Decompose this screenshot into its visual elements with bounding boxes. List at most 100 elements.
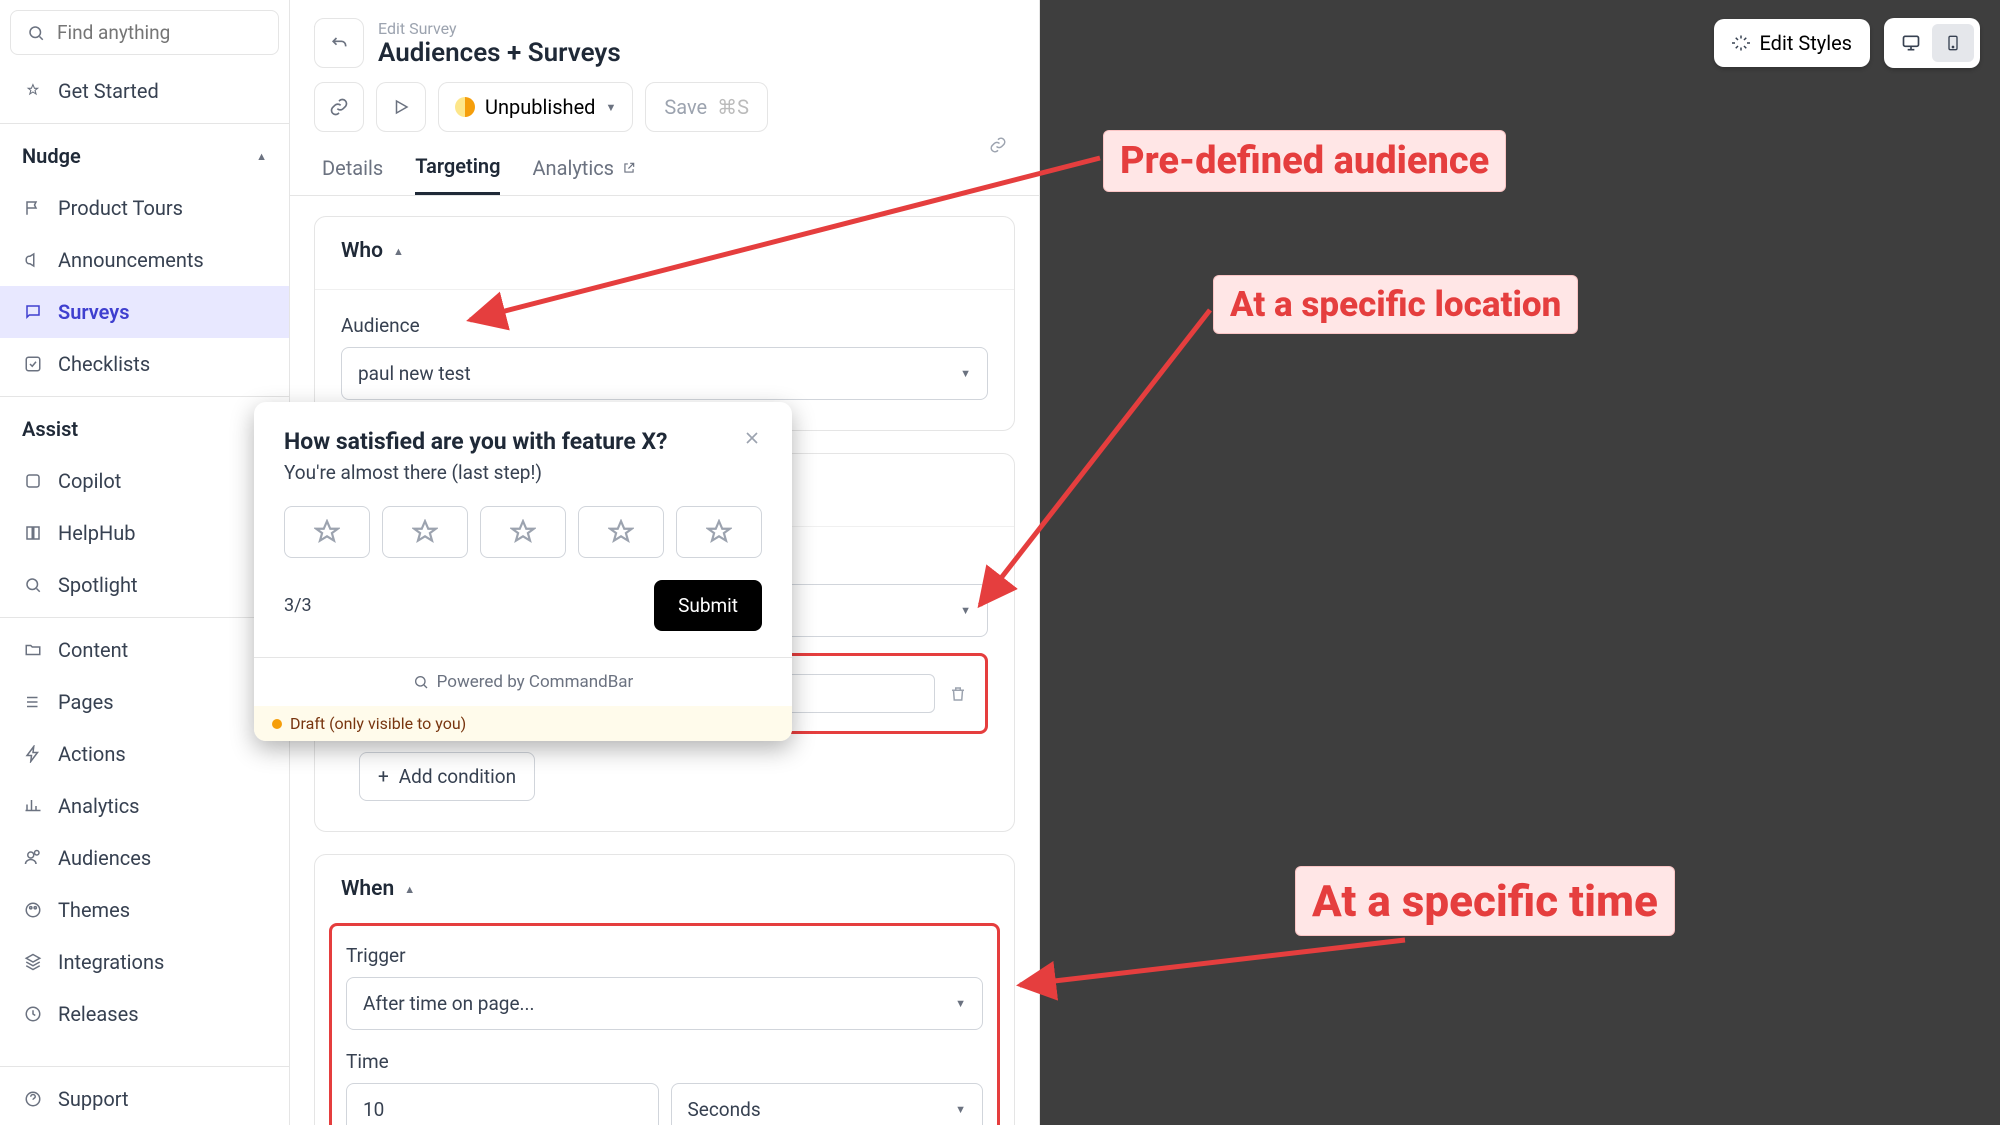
zap-icon xyxy=(22,743,44,765)
chat-icon xyxy=(22,301,44,323)
audience-select[interactable]: paul new test xyxy=(341,347,988,400)
sidebar-item-pages[interactable]: Pages xyxy=(0,676,289,728)
delete-condition-button[interactable] xyxy=(945,681,971,707)
search-box[interactable]: ⌘K xyxy=(10,10,279,55)
status-dot-icon xyxy=(455,97,475,117)
check-square-icon xyxy=(22,353,44,375)
sidebar-item-surveys[interactable]: Surveys xyxy=(0,286,289,338)
megaphone-icon xyxy=(22,249,44,271)
sidebar-item-label: Analytics xyxy=(58,794,140,818)
sidebar-item-integrations[interactable]: Integrations xyxy=(0,936,289,988)
sidebar-item-support[interactable]: Support xyxy=(0,1073,289,1125)
star-2[interactable] xyxy=(382,506,468,558)
status-select[interactable]: Unpublished xyxy=(438,82,633,132)
tab-details[interactable]: Details xyxy=(322,154,383,195)
trigger-label: Trigger xyxy=(346,944,983,967)
when-card: When Trigger After time on page... Time … xyxy=(314,854,1015,1125)
sidebar-item-label: Product Tours xyxy=(58,196,183,220)
tabs: Details Targeting Analytics xyxy=(290,132,1039,196)
sidebar-item-copilot[interactable]: Copilot xyxy=(0,455,289,507)
chevron-up-icon xyxy=(256,150,267,163)
trigger-select[interactable]: After time on page... xyxy=(346,977,983,1030)
layers-icon xyxy=(22,691,44,713)
time-unit-select[interactable]: Seconds xyxy=(671,1083,984,1125)
sidebar-item-label: Announcements xyxy=(58,248,204,272)
chevron-up-icon xyxy=(404,883,415,896)
save-button[interactable]: Save ⌘S xyxy=(645,82,768,132)
when-highlight: Trigger After time on page... Time Secon… xyxy=(329,923,1000,1125)
help-icon xyxy=(22,1088,44,1110)
draft-dot-icon xyxy=(272,719,282,729)
rating-stars xyxy=(254,484,792,558)
flag-icon xyxy=(22,197,44,219)
sidebar-item-get-started[interactable]: Get Started xyxy=(0,65,289,117)
search-icon xyxy=(22,574,44,596)
sidebar-item-label: Get Started xyxy=(58,79,159,103)
sidebar-section-nudge[interactable]: Nudge xyxy=(0,130,289,182)
sidebar-item-audiences[interactable]: Audiences xyxy=(0,832,289,884)
sidebar-item-releases[interactable]: Releases xyxy=(0,988,289,1040)
sidebar-item-product-tours[interactable]: Product Tours xyxy=(0,182,289,234)
chevron-down-icon xyxy=(955,997,966,1010)
who-card-header[interactable]: Who xyxy=(315,217,1014,285)
preview-panel: Edit Styles How satisfied are you with f… xyxy=(1040,0,2000,1125)
sidebar-section-assist[interactable]: Assist xyxy=(0,403,289,455)
users-icon xyxy=(22,847,44,869)
sidebar-item-checklists[interactable]: Checklists xyxy=(0,338,289,390)
search-icon xyxy=(25,22,47,44)
book-icon xyxy=(22,522,44,544)
star-4[interactable] xyxy=(578,506,664,558)
chevron-down-icon xyxy=(960,367,971,380)
page-title: Audiences + Surveys xyxy=(378,38,621,68)
time-value-input[interactable] xyxy=(346,1083,659,1125)
add-condition-button[interactable]: + Add condition xyxy=(359,752,535,801)
close-button[interactable] xyxy=(742,428,762,454)
copy-link-button[interactable] xyxy=(314,82,364,132)
sidebar-item-announcements[interactable]: Announcements xyxy=(0,234,289,286)
sidebar-item-label: Checklists xyxy=(58,352,150,376)
sidebar-item-content[interactable]: Content xyxy=(0,624,289,676)
survey-title: How satisfied are you with feature X? xyxy=(284,428,668,455)
edit-styles-button[interactable]: Edit Styles xyxy=(1714,19,1871,67)
commandbar-icon xyxy=(413,674,429,690)
time-label: Time xyxy=(346,1050,983,1073)
palette-icon xyxy=(22,899,44,921)
desktop-button[interactable] xyxy=(1890,24,1932,62)
when-card-header[interactable]: When xyxy=(315,855,1014,923)
chevron-down-icon xyxy=(955,1103,966,1116)
breadcrumb: Edit Survey xyxy=(378,19,621,38)
play-button[interactable] xyxy=(376,82,426,132)
sidebar-item-label: Content xyxy=(58,638,128,662)
copilot-icon xyxy=(22,470,44,492)
sidebar-item-label: Copilot xyxy=(58,469,121,493)
sidebar-item-label: Spotlight xyxy=(58,573,138,597)
star-1[interactable] xyxy=(284,506,370,558)
search-input[interactable] xyxy=(57,21,302,44)
powered-by[interactable]: Powered by CommandBar xyxy=(254,657,792,706)
sidebar-item-helphub[interactable]: HelpHub xyxy=(0,507,289,559)
folder-icon xyxy=(22,639,44,661)
audience-label: Audience xyxy=(341,314,988,337)
tab-analytics[interactable]: Analytics xyxy=(532,154,636,195)
draft-banner: Draft (only visible to you) xyxy=(254,706,792,741)
device-toggle xyxy=(1884,18,1980,68)
sidebar-item-label: Actions xyxy=(58,742,126,766)
sidebar-item-label: HelpHub xyxy=(58,521,136,545)
sidebar-item-spotlight[interactable]: Spotlight xyxy=(0,559,289,611)
back-button[interactable] xyxy=(314,18,364,68)
sidebar-item-themes[interactable]: Themes xyxy=(0,884,289,936)
mobile-button[interactable] xyxy=(1932,24,1974,62)
who-card: Who Audience paul new test xyxy=(314,216,1015,431)
pin-icon xyxy=(22,80,44,102)
star-3[interactable] xyxy=(480,506,566,558)
sidebar-item-analytics[interactable]: Analytics xyxy=(0,780,289,832)
sidebar-item-label: Surveys xyxy=(58,300,129,324)
link-icon[interactable] xyxy=(989,136,1007,158)
stack-icon xyxy=(22,951,44,973)
submit-button[interactable]: Submit xyxy=(654,580,762,631)
sidebar-item-actions[interactable]: Actions xyxy=(0,728,289,780)
star-5[interactable] xyxy=(676,506,762,558)
survey-preview: How satisfied are you with feature X? Yo… xyxy=(254,402,792,741)
sidebar-item-label: Pages xyxy=(58,690,114,714)
tab-targeting[interactable]: Targeting xyxy=(415,154,500,195)
